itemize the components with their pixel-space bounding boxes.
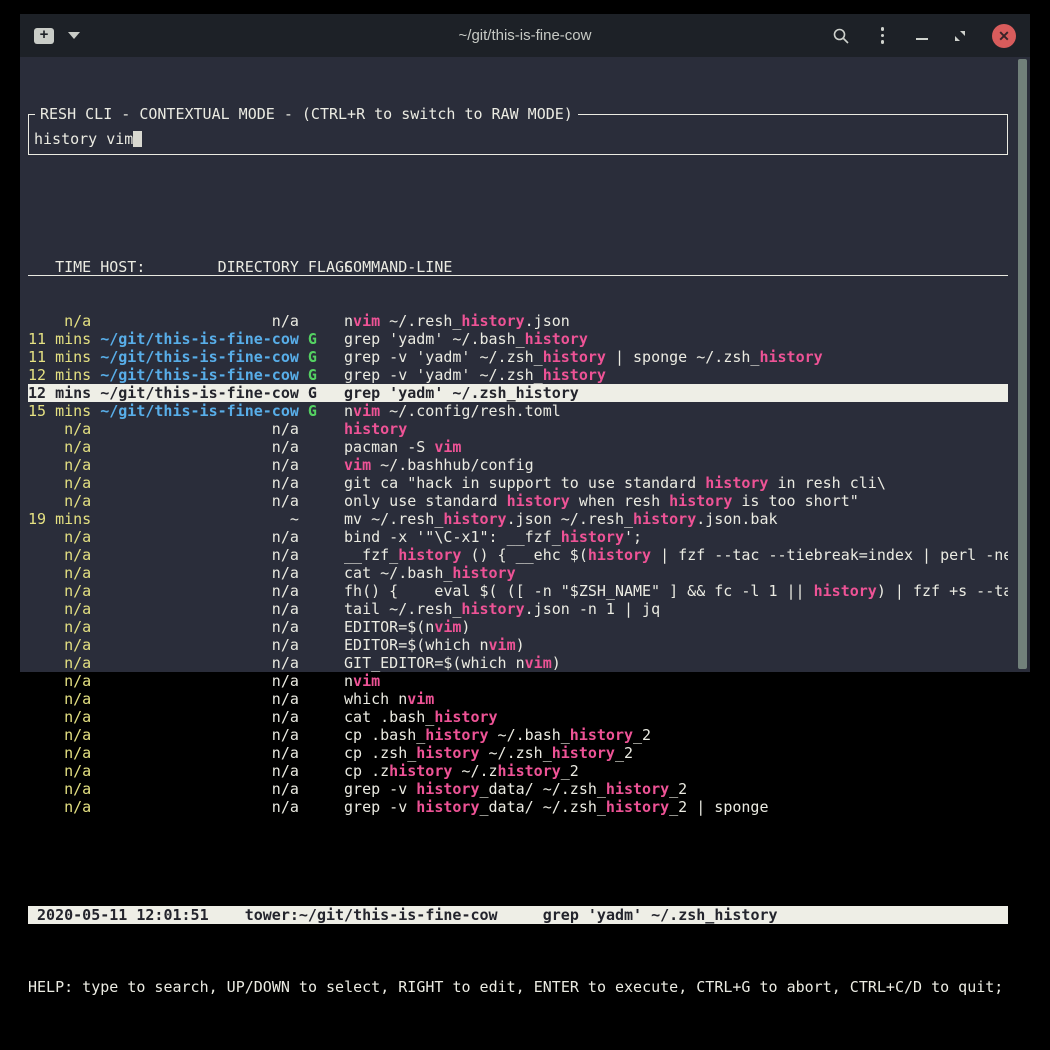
history-row[interactable]: n/an/aEDITOR=$(which nvim)	[28, 636, 1008, 654]
header-time: TIME	[28, 258, 91, 275]
history-row[interactable]: n/an/acp .zhistory ~/.zhistory_2	[28, 762, 1008, 780]
status-bar: 2020-05-11 12:01:51 tower:~/git/this-is-…	[28, 906, 1008, 924]
history-row[interactable]: n/an/afh() { eval $( ([ -n "$ZSH_NAME" ]…	[28, 582, 1008, 600]
history-row[interactable]: n/an/agrep -v history_data/ ~/.zsh_histo…	[28, 780, 1008, 798]
history-row[interactable]: n/an/awhich nvim	[28, 690, 1008, 708]
history-row[interactable]: n/an/apacman -S vim	[28, 438, 1008, 456]
resh-search-box[interactable]: RESH CLI - CONTEXTUAL MODE - (CTRL+R to …	[28, 114, 1008, 155]
history-row[interactable]: 15 mins~/git/this-is-fine-cowGnvim ~/.co…	[28, 402, 1008, 420]
scrollbar[interactable]	[1018, 59, 1027, 669]
history-row[interactable]: n/an/ahistory	[28, 420, 1008, 438]
minimize-icon[interactable]	[916, 38, 928, 40]
history-row[interactable]: n/an/a__fzf_history () { __ehc $(history…	[28, 546, 1008, 564]
history-row[interactable]: n/an/anvim ~/.resh_history.json	[28, 312, 1008, 330]
help-line: HELP: type to search, UP/DOWN to select,…	[28, 978, 1008, 996]
history-rows: n/an/anvim ~/.resh_history.json11 mins~/…	[28, 312, 1008, 816]
history-row[interactable]: n/an/acat .bash_history	[28, 708, 1008, 726]
status-timestamp: 2020-05-11 12:01:51	[37, 906, 209, 924]
history-row[interactable]: n/an/aGIT_EDITOR=$(which nvim)	[28, 654, 1008, 672]
history-row[interactable]: 19 mins~mv ~/.resh_history.json ~/.resh_…	[28, 510, 1008, 528]
history-row[interactable]: n/an/atail ~/.resh_history.json -n 1 | j…	[28, 600, 1008, 618]
header-command-line: COMMAND-LINE	[344, 258, 1008, 275]
text-cursor	[133, 131, 142, 147]
status-command: grep 'yadm' ~/.zsh_history	[543, 906, 778, 924]
history-row[interactable]: n/an/aEDITOR=$(nvim)	[28, 618, 1008, 636]
search-input[interactable]: history vim	[34, 130, 142, 148]
header-host-directory: HOST:DIRECTORY	[100, 258, 299, 275]
table-header: TIME HOST:DIRECTORY FLAGS COMMAND-LINE	[28, 258, 1008, 276]
terminal-window: ~/git/this-is-fine-cow ✕ RESH CLI - CONT…	[20, 14, 1030, 672]
history-row[interactable]: n/an/abind -x '"\C-x1": __fzf_history';	[28, 528, 1008, 546]
search-icon[interactable]	[833, 28, 849, 44]
history-row[interactable]: n/an/anvim	[28, 672, 1008, 690]
history-row[interactable]: n/an/agrep -v history_data/ ~/.zsh_histo…	[28, 798, 1008, 816]
history-row[interactable]: 12 mins~/git/this-is-fine-cowGgrep -v 'y…	[28, 366, 1008, 384]
maximize-icon[interactable]	[954, 30, 966, 42]
close-icon[interactable]: ✕	[992, 24, 1016, 48]
history-row[interactable]: 11 mins~/git/this-is-fine-cowGgrep -v 'y…	[28, 348, 1008, 366]
history-row[interactable]: n/an/acat ~/.bash_history	[28, 564, 1008, 582]
terminal-content: RESH CLI - CONTEXTUAL MODE - (CTRL+R to …	[20, 57, 1030, 672]
history-row[interactable]: n/an/acp .bash_history ~/.bash_history_2	[28, 726, 1008, 744]
history-row[interactable]: n/an/avim ~/.bashhub/config	[28, 456, 1008, 474]
kebab-menu-icon[interactable]	[875, 25, 891, 46]
header-flags: FLAGS	[308, 258, 344, 275]
history-row[interactable]: 11 mins~/git/this-is-fine-cowGgrep 'yadm…	[28, 330, 1008, 348]
titlebar: ~/git/this-is-fine-cow ✕	[20, 14, 1030, 57]
history-row[interactable]: n/an/acp .zsh_history ~/.zsh_history_2	[28, 744, 1008, 762]
history-row[interactable]: 12 mins~/git/this-is-fine-cowGgrep 'yadm…	[28, 384, 1008, 402]
history-row[interactable]: n/an/agit ca "hack in support to use sta…	[28, 474, 1008, 492]
history-table: TIME HOST:DIRECTORY FLAGS COMMAND-LINE n…	[28, 222, 1008, 852]
status-host-path: tower:~/git/this-is-fine-cow	[245, 906, 498, 924]
search-box-title: RESH CLI - CONTEXTUAL MODE - (CTRL+R to …	[35, 105, 578, 123]
history-row[interactable]: n/an/aonly use standard history when res…	[28, 492, 1008, 510]
